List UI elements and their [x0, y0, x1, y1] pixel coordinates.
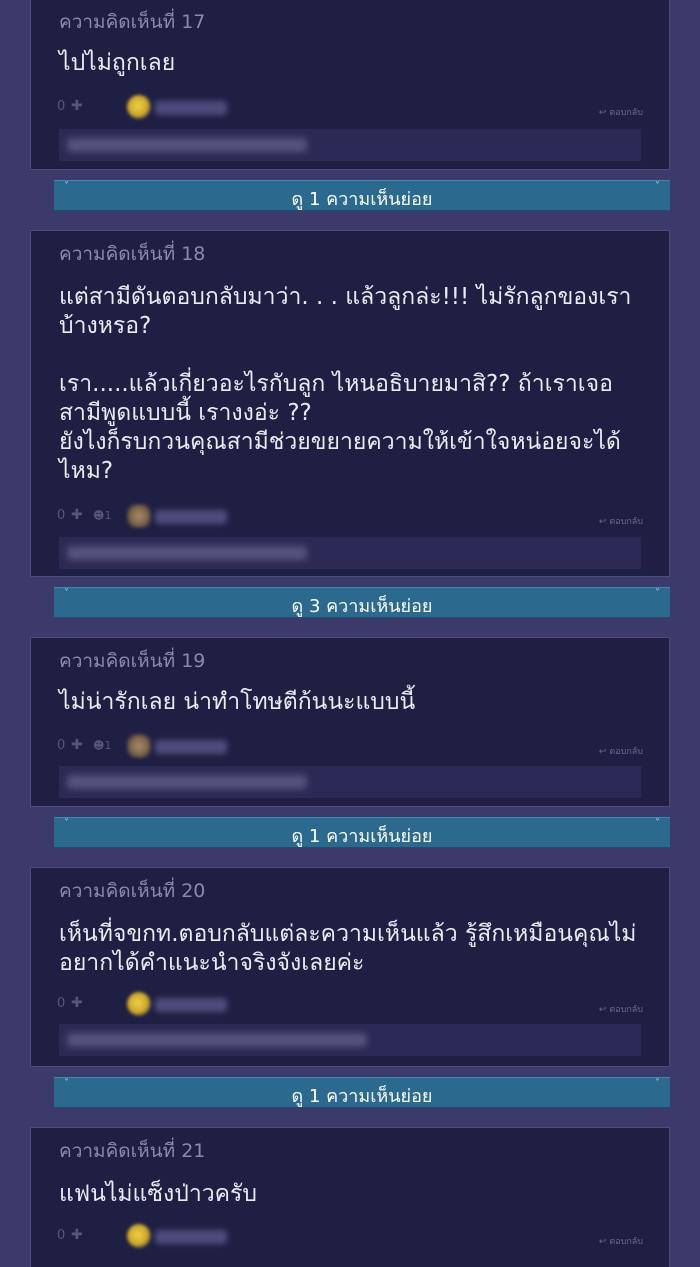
reply-icon: ↩: [598, 108, 607, 118]
reply-label: ตอบกลับ: [609, 108, 643, 118]
comment-number: ความคิดเห็นที่ 20: [59, 880, 206, 902]
comment-meta: 0 ✚ ☻1: [57, 734, 257, 760]
avatar[interactable]: [127, 1224, 151, 1248]
reply-placeholder-blurred: [67, 546, 307, 560]
reply-icon: ↩: [598, 747, 607, 757]
comment-card: ความคิดเห็นที่ 18 แต่สามีดันตอบกลับมาว่า…: [30, 230, 670, 577]
comment-text: ไปไม่ถูกเลย: [59, 50, 176, 76]
view-subcomments-button[interactable]: ˅ ดู 1 ความเห็นย่อย ˅: [54, 1077, 670, 1108]
comment-card: ความคิดเห็นที่ 17 ไปไม่ถูกเลย 0 ✚ ↩ ตอบกล…: [30, 0, 670, 170]
plus-vote-icon[interactable]: ✚: [71, 1227, 83, 1243]
reply-label: ตอบกลับ: [609, 517, 643, 527]
comment-number: ความคิดเห็นที่ 19: [59, 650, 206, 672]
comment-text: แฟนไม่แซ็งป่าวครับ: [59, 1181, 257, 1207]
username-blurred[interactable]: [155, 998, 227, 1012]
reply-input[interactable]: [59, 129, 641, 161]
comment-card: ความคิดเห็นที่ 21 แฟนไม่แซ็งป่าวครับ 0 ✚…: [30, 1127, 670, 1267]
vote-score: 0: [57, 738, 66, 753]
username-blurred[interactable]: [155, 101, 227, 115]
reply-link[interactable]: ↩ ตอบกลับ: [599, 744, 643, 758]
reply-placeholder-blurred: [67, 775, 307, 789]
reply-label: ตอบกลับ: [609, 1237, 643, 1247]
avatar[interactable]: [127, 95, 151, 119]
plus-vote-icon[interactable]: ✚: [71, 98, 83, 114]
plus-vote-icon[interactable]: ✚: [71, 995, 83, 1011]
emotion-count-value: 1: [104, 509, 112, 522]
avatar[interactable]: [127, 504, 151, 528]
username-blurred[interactable]: [155, 510, 227, 524]
comment-meta: 0 ✚: [57, 1224, 257, 1250]
reply-icon: ↩: [598, 1005, 607, 1015]
chevron-down-icon: ˅: [655, 588, 660, 599]
reply-icon: ↩: [598, 517, 607, 527]
reply-link[interactable]: ↩ ตอบกลับ: [599, 105, 643, 119]
vote-score: 0: [57, 996, 66, 1011]
reply-link[interactable]: ↩ ตอบกลับ: [599, 1002, 643, 1016]
avatar[interactable]: [127, 992, 151, 1016]
comment-card: ความคิดเห็นที่ 20 เห็นที่จขกท.ตอบกลับแต่…: [30, 867, 670, 1067]
reply-link[interactable]: ↩ ตอบกลับ: [599, 514, 643, 528]
reply-input[interactable]: [59, 766, 641, 798]
emotion-icon: ☻: [93, 509, 105, 522]
view-subcomments-button[interactable]: ˅ ดู 1 ความเห็นย่อย ˅: [54, 180, 670, 211]
view-subcomments-label: ดู 1 ความเห็นย่อย: [291, 189, 433, 210]
reply-icon: ↩: [598, 1237, 607, 1247]
chevron-down-icon: ˅: [655, 1078, 660, 1089]
view-subcomments-label: ดู 3 ความเห็นย่อย: [291, 596, 433, 617]
reply-placeholder-blurred: [67, 138, 307, 152]
plus-vote-icon[interactable]: ✚: [71, 507, 83, 523]
comment-meta: 0 ✚: [57, 95, 257, 121]
vote-score: 0: [57, 1228, 66, 1243]
comment-number: ความคิดเห็นที่ 17: [59, 11, 206, 33]
comment-number: ความคิดเห็นที่ 18: [59, 243, 206, 265]
username-blurred[interactable]: [155, 1230, 227, 1244]
emotion-icon: ☻: [93, 739, 105, 752]
chevron-down-icon: ˅: [655, 181, 660, 192]
comment-text: เห็นที่จขกท.ตอบกลับแต่ละความเห็นแล้ว รู้…: [59, 921, 637, 976]
emotion-count-value: 1: [104, 739, 112, 752]
emotion-count: ☻1: [93, 739, 111, 752]
view-subcomments-label: ดู 1 ความเห็นย่อย: [291, 826, 433, 847]
vote-score: 0: [57, 508, 66, 523]
reply-input[interactable]: [59, 537, 641, 569]
comment-text: แต่สามีดันตอบกลับมาว่า. . . แล้วลูกล่ะ!!…: [59, 284, 632, 484]
emotion-count: ☻1: [93, 509, 111, 522]
view-subcomments-button[interactable]: ˅ ดู 1 ความเห็นย่อย ˅: [54, 817, 670, 848]
view-subcomments-label: ดู 1 ความเห็นย่อย: [291, 1086, 433, 1107]
plus-vote-icon[interactable]: ✚: [71, 737, 83, 753]
comment-meta: 0 ✚: [57, 992, 257, 1018]
reply-input[interactable]: [59, 1024, 641, 1056]
comment-card: ความคิดเห็นที่ 19 ไม่น่ารักเลย น่าทำโทษต…: [30, 637, 670, 807]
comment-number: ความคิดเห็นที่ 21: [59, 1140, 206, 1162]
reply-label: ตอบกลับ: [609, 1005, 643, 1015]
reply-placeholder-blurred: [67, 1033, 367, 1047]
comment-meta: 0 ✚ ☻1: [57, 504, 257, 530]
chevron-down-icon: ˅: [655, 818, 660, 829]
vote-score: 0: [57, 99, 66, 114]
reply-label: ตอบกลับ: [609, 747, 643, 757]
comment-text: ไม่น่ารักเลย น่าทำโทษตีก้นนะแบบนี้: [59, 689, 416, 715]
avatar[interactable]: [127, 734, 151, 758]
username-blurred[interactable]: [155, 740, 227, 754]
view-subcomments-button[interactable]: ˅ ดู 3 ความเห็นย่อย ˅: [54, 587, 670, 618]
reply-link[interactable]: ↩ ตอบกลับ: [599, 1234, 643, 1248]
